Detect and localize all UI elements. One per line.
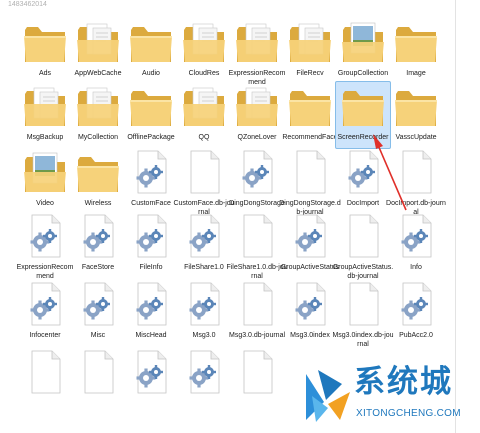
blank-file-icon	[179, 148, 229, 196]
folder-image-icon	[20, 148, 70, 196]
blank-file-icon	[285, 148, 335, 196]
watermark-domain-text: XITONGCHENG.COM	[356, 408, 461, 419]
folder-icon	[338, 82, 388, 130]
file-item[interactable]: Msg3.0index.db-journal	[332, 280, 394, 362]
gear-file-icon	[285, 212, 335, 260]
folder-docs-icon	[20, 82, 70, 130]
folder-icon	[391, 82, 441, 130]
gear-file-icon	[20, 212, 70, 260]
gear-file-icon	[179, 280, 229, 328]
folder-docs-icon	[232, 18, 282, 66]
gear-file-icon	[126, 212, 176, 260]
file-item-label: Image	[406, 70, 426, 77]
blank-file-icon	[391, 148, 441, 196]
blank-file-icon	[73, 348, 123, 396]
file-item-label: PubAcc2.0	[399, 332, 433, 339]
file-item[interactable]: Msg3.0index	[283, 280, 337, 362]
gear-file-icon	[338, 148, 388, 196]
gear-file-icon	[73, 212, 123, 260]
blank-file-icon	[338, 212, 388, 260]
gear-file-icon	[232, 148, 282, 196]
folder-icon	[20, 18, 70, 66]
gear-file-icon	[73, 280, 123, 328]
watermark: 系统城 XITONGCHENG.COM	[298, 360, 480, 433]
folder-docs-icon	[179, 18, 229, 66]
watermark-chinese-text: 系统城	[354, 364, 453, 400]
blank-file-icon	[338, 280, 388, 328]
gear-file-icon	[126, 280, 176, 328]
blank-file-icon	[232, 348, 282, 396]
folder-icon	[285, 82, 335, 130]
file-item[interactable]	[18, 348, 72, 430]
folder-image-icon	[338, 18, 388, 66]
file-item[interactable]	[124, 348, 178, 430]
gear-file-icon	[391, 280, 441, 328]
folder-docs-icon	[179, 82, 229, 130]
file-explorer-view: 1483462014 Ads AppWebCache Audio CloudRe…	[0, 0, 480, 433]
folder-docs-icon	[285, 18, 335, 66]
gear-file-icon	[179, 348, 229, 396]
gear-file-icon	[20, 280, 70, 328]
gear-file-icon	[179, 212, 229, 260]
folder-icon	[73, 148, 123, 196]
folder-docs-icon	[73, 18, 123, 66]
file-item[interactable]	[177, 348, 231, 430]
folder-icon	[126, 18, 176, 66]
gear-file-icon	[126, 348, 176, 396]
watermark-logo-icon	[306, 370, 350, 422]
file-item[interactable]: PubAcc2.0	[389, 280, 443, 362]
folder-docs-icon	[232, 82, 282, 130]
gear-file-icon	[126, 148, 176, 196]
folder-icon	[391, 18, 441, 66]
blank-file-icon	[232, 280, 282, 328]
file-item-label: VasscUpdate	[395, 134, 437, 141]
path-fragment: 1483462014	[8, 1, 47, 8]
gear-file-icon	[285, 280, 335, 328]
gear-file-icon	[391, 212, 441, 260]
blank-file-icon	[232, 212, 282, 260]
blank-file-icon	[20, 348, 70, 396]
file-item[interactable]	[71, 348, 125, 430]
folder-docs-icon	[73, 82, 123, 130]
folder-icon	[126, 82, 176, 130]
file-item[interactable]	[230, 348, 284, 430]
file-item-label: Info	[410, 264, 422, 271]
